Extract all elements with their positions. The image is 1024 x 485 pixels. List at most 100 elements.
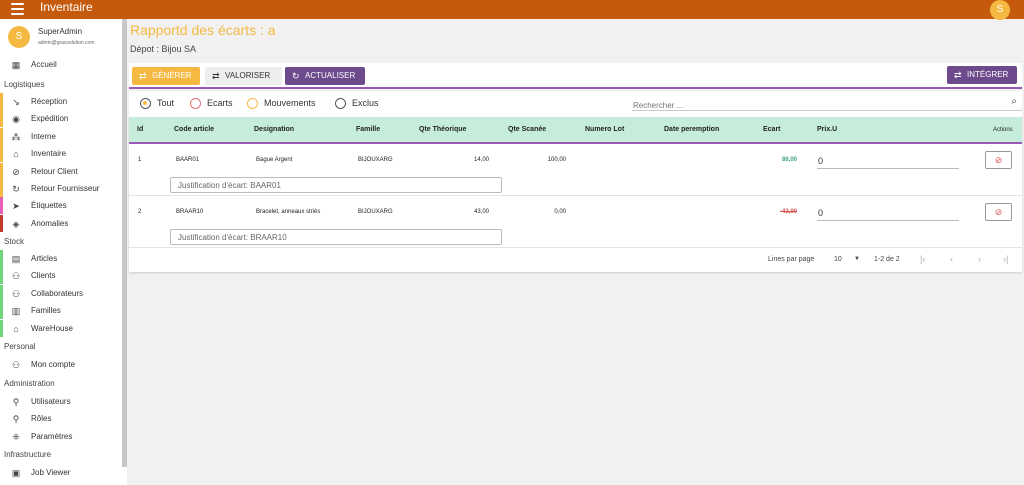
filter-bar: Tout Ecarts Mouvements Exclus ⌕ [129,91,1022,117]
last-page-icon[interactable]: ›| [1003,254,1008,264]
sidebar-item-familles[interactable]: ▥ Familles [0,302,122,320]
refresh-button[interactable]: ↻ ACTUALISER [285,67,365,85]
table-row: 2 BRAAR10 Bracelet, anneaux striés BIJOU… [129,196,1022,248]
filter-radio-exclus[interactable]: Exclus [335,98,379,110]
sidebar-item-label: Réception [31,97,68,106]
top-user-avatar[interactable]: S [990,0,1010,20]
warning-diamond-icon: ◈ [12,218,20,229]
sidebar-item-job-viewer[interactable]: ▣ Job Viewer [0,464,122,481]
sidebar-item-color-bar [0,127,3,145]
cell-id: 2 [138,209,142,215]
sidebar-item-color-bar [0,319,3,337]
sidebar-item-r-ception[interactable]: ↘ Réception [0,93,122,110]
sidebar-item-label: WareHouse [31,323,73,333]
col-qte-theorique[interactable]: Qte Théorique [419,126,466,133]
sidebar-item-anomalies[interactable]: ◈ Anomalies [0,214,122,232]
sidebar-item-retour-fournisseur[interactable]: ↻ Retour Fournisseur [0,180,122,197]
sidebar-item-mon-compte[interactable]: ⚇ Mon compte [0,356,122,373]
sidebar-item-label: Paramètres [31,431,73,441]
col-code-article[interactable]: Code article [174,126,214,133]
sidebar-item-label: Collaborateurs [31,288,84,298]
prev-page-icon[interactable]: ‹ [950,254,953,264]
nodes-icon: ⁂ [11,131,21,142]
briefcase-icon: ▣ [11,468,21,478]
sidebar-item-retour-client[interactable]: ⊘ Retour Client [0,162,122,180]
sidebar-item-inventaire[interactable]: ⌂ Inventaire [0,145,122,163]
sidebar-item-clients[interactable]: ⚇ Clients [0,267,122,285]
col-prix-u[interactable]: Prix.U [817,126,837,133]
sidebar-scrollbar[interactable] [122,19,127,467]
refresh-icon: ↻ [292,71,300,81]
col-qte-scanee[interactable]: Qte Scanée [508,126,546,133]
warehouse-icon: ⌂ [13,149,19,160]
sidebar-item-label: Anomalies [31,218,69,228]
cell-qte-theorique: 43,00 [473,209,489,215]
radio-icon [190,98,201,109]
search-input[interactable] [632,98,992,113]
lines-per-page-select[interactable]: 10 ▼ [834,256,862,263]
sidebar-item-color-bar [0,250,3,267]
valorize-button[interactable]: ⇄ VALORISER [205,67,282,85]
sidebar-item-utilisateurs[interactable]: ⚲ Utilisateurs [0,393,122,410]
sidebar-item-accueil[interactable]: ▦ Accueil [0,56,122,73]
filter-radio-ecarts[interactable]: Ecarts [190,98,233,110]
sidebar-item-r-les[interactable]: ⚲ Rôles [0,410,122,427]
swap-icon: ⇄ [139,71,147,81]
compass-icon: ◉ [12,114,20,125]
exclude-button[interactable]: ⊘ [985,203,1012,221]
search-field: ⌕ [632,95,1022,113]
sidebar-item-label: Rôles [31,414,52,424]
filter-radio-tout[interactable]: Tout [140,98,174,110]
first-page-icon[interactable]: |‹ [920,254,925,264]
section-personal: Personal [4,342,36,351]
filter-radio-mouvements[interactable]: Mouvements [247,98,316,110]
settings-icon: ⁜ [12,431,20,442]
sidebar-item-collaborateurs[interactable]: ⚇ Collaborateurs [0,284,122,302]
cell-ecart: 86,00 [781,157,797,163]
cell-designation: Bague Argent [256,157,293,163]
col-numero-lot[interactable]: Numero Lot [585,126,624,133]
sidebar-item-param-tres[interactable]: ⁜ Paramètres [0,428,122,445]
ecarts-table: Id Code article Designation Famille Qte … [129,117,1022,272]
hamburger-menu-icon[interactable] [11,3,24,15]
col-designation[interactable]: Designation [254,126,294,133]
eye-off-icon: ⊘ [994,155,1003,165]
prix-input[interactable]: 0 [817,206,959,221]
lines-per-page-label: Lines par page [768,256,815,263]
col-famille[interactable]: Famille [356,126,380,133]
sidebar-item-label: Articles [31,254,58,263]
sidebar-item-exp-dition[interactable]: ◉ Expédition [0,110,122,128]
justification-input[interactable]: Justification d'écart: BAAR01 [170,177,502,193]
document-icon: ▥ [11,306,21,317]
sidebar-item-warehouse[interactable]: ⌂ WareHouse [0,319,122,337]
integrate-button[interactable]: ⇄ INTÉGRER [947,66,1017,84]
top-app-bar: Inventaire S [0,0,1024,20]
next-page-icon[interactable]: › [978,254,981,264]
radio-icon [247,98,258,109]
exclude-button[interactable]: ⊘ [985,151,1012,169]
cell-famille: BIJOUXARG [358,209,393,215]
prix-input[interactable]: 0 [817,154,959,169]
sidebar: S SuperAdmin admin@gracsolution.com ▦ Ac… [0,19,127,485]
sidebar-item-color-bar [0,110,3,128]
sidebar-item-articles[interactable]: ▤ Articles [0,250,122,267]
justification-input[interactable]: Justification d'écart: BRAAR10 [170,229,502,245]
person-icon: ⚲ [12,397,20,407]
search-icon[interactable]: ⌕ [1011,96,1017,107]
generate-button[interactable]: ⇄ GÉNÉRER [132,67,200,85]
depot-label: Dépot : Bijou SA [130,44,197,54]
radio-label: Tout [157,98,175,108]
col-id[interactable]: Id [137,126,143,133]
section-infrastructure: Infrastructure [4,450,52,459]
people-icon: ⚇ [11,288,21,299]
cell-qte-scanee: 0,00 [554,209,566,215]
col-ecart[interactable]: Ecart [763,126,781,133]
warehouse-icon: ⌂ [13,323,19,334]
cell-code: BAAR01 [176,157,200,163]
section-logistiques: Logistiques [4,80,45,89]
sidebar-item-interne[interactable]: ⁂ Interne [0,127,122,145]
people-icon: ⚇ [11,360,21,370]
col-date-peremption[interactable]: Date peremption [664,126,719,133]
sidebar-item-label: Accueil [31,60,57,69]
sidebar-item--tiquettes[interactable]: ➤ Étiquettes [0,197,122,215]
